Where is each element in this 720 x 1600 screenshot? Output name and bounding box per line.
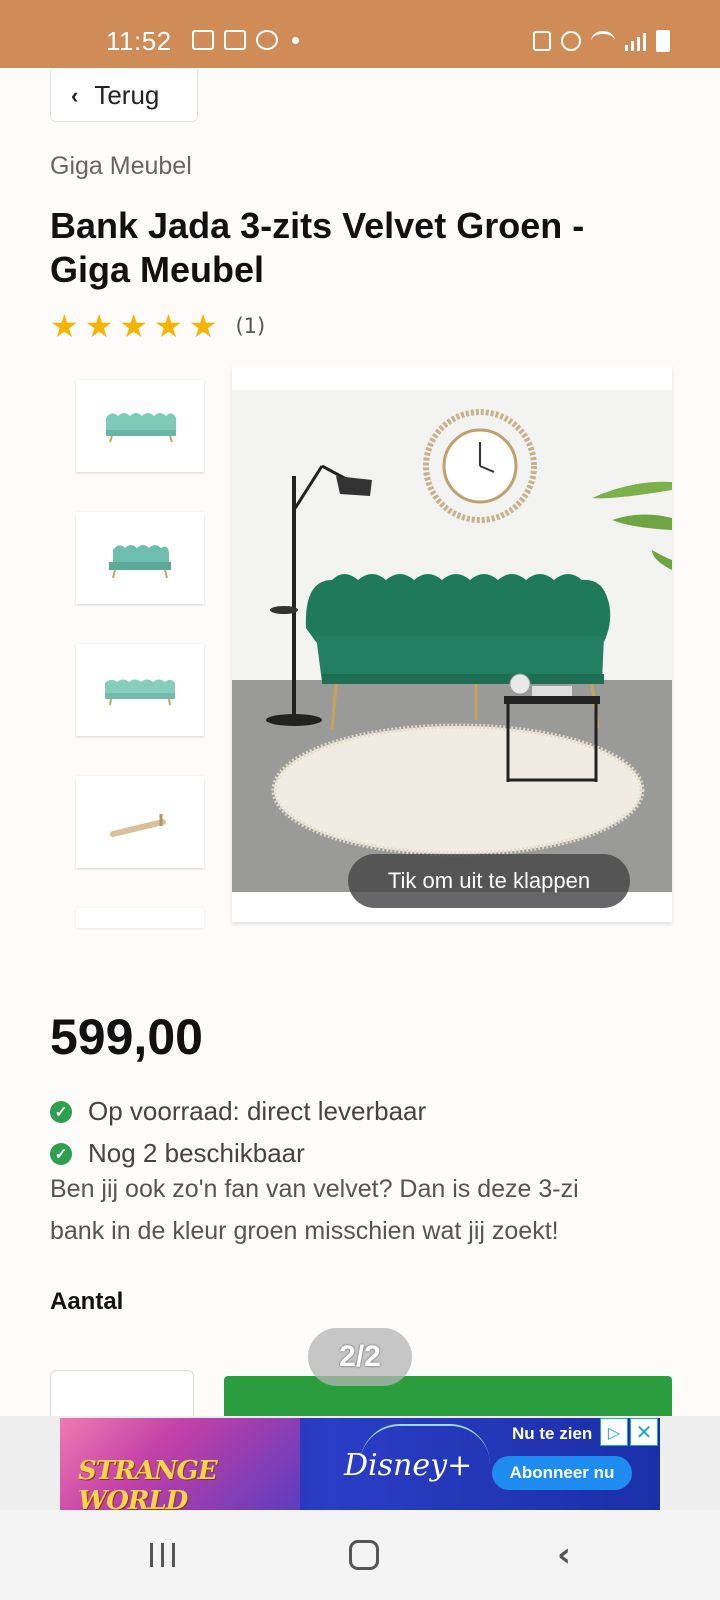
status-time: 11:52 (106, 26, 172, 56)
thumbnail-list (76, 380, 204, 928)
back-button-label: Terug (94, 80, 160, 110)
battery-icon (656, 30, 670, 52)
back-button[interactable]: ‹ Terug (50, 70, 198, 122)
system-nav-bar: ‹ (0, 1510, 720, 1600)
check-circle-icon: ✓ (50, 1142, 72, 1165)
product-page: ‹ Terug Giga Meubel Bank Jada 3-zits Vel… (0, 68, 720, 1416)
rating-count: (1) (235, 314, 266, 338)
add-to-cart-button[interactable] (224, 1376, 672, 1416)
delivery-icon (224, 30, 246, 50)
nav-back-button[interactable]: ‹ (534, 1532, 594, 1578)
product-title-line2: Giga Meubel (50, 249, 265, 290)
ad-tagline: Nu te zien (512, 1424, 593, 1443)
ad-movie-art: STRANGE WORLD (60, 1418, 300, 1510)
product-description: Ben jij ook zo'n fan van velvet? Dan is … (50, 1168, 680, 1252)
sofa-photo (232, 390, 672, 892)
stock-status: ✓ Op voorraad: direct leverbaar (50, 1096, 426, 1127)
signal-icon (625, 31, 646, 51)
notification-icons (192, 30, 299, 50)
thumbnail-1[interactable] (76, 380, 204, 472)
expand-image-hint[interactable]: Tik om uit te klappen (348, 854, 630, 908)
chevron-left-icon: ‹ (71, 82, 79, 108)
home-button[interactable] (334, 1532, 394, 1578)
ad-brand: Disney+ (344, 1448, 473, 1483)
ad-banner[interactable]: STRANGE WORLD Disney+ Nu te zien Abonnee… (60, 1418, 660, 1510)
availability-status: ✓ Nog 2 beschikbaar (50, 1138, 305, 1169)
home-icon (349, 1540, 379, 1570)
star-icon: ★ (119, 307, 149, 345)
thumbnail-3[interactable] (76, 644, 204, 736)
wifi-icon (591, 31, 615, 51)
system-icons (533, 30, 670, 52)
description-line2: bank in de kleur groen misschien wat jij… (50, 1217, 559, 1245)
recents-button[interactable] (132, 1532, 192, 1578)
sofa-angle-icon (109, 545, 171, 579)
more-notifications-icon (292, 36, 299, 44)
product-brand[interactable]: Giga Meubel (50, 152, 192, 181)
thumbnail-2[interactable] (76, 512, 204, 604)
product-title: Bank Jada 3-zits Velvet Groen - Giga Meu… (50, 204, 720, 292)
star-icon: ★ (50, 307, 79, 345)
quantity-stepper[interactable] (50, 1370, 194, 1416)
check-circle-icon: ✓ (50, 1100, 72, 1123)
gallery-icon (192, 30, 214, 50)
status-bar: 11:52 (0, 0, 720, 68)
thumbnail-5[interactable] (76, 908, 204, 928)
ad-movie-title: STRANGE WORLD (78, 1456, 218, 1510)
product-title-line1: Bank Jada 3-zits Velvet Groen - (50, 205, 585, 246)
product-rating[interactable]: ★ ★ ★ ★ ★ (1) (50, 310, 265, 342)
quantity-label: Aantal (50, 1288, 124, 1315)
gallery-page-indicator: 2/2 (308, 1328, 412, 1386)
sofa-front-icon (105, 679, 175, 706)
stock-status-text: Op voorraad: direct leverbaar (88, 1096, 427, 1126)
star-icon: ★ (154, 307, 183, 345)
star-icon: ★ (188, 307, 218, 345)
description-line1: Ben jij ook zo'n fan van velvet? Dan is … (50, 1175, 579, 1203)
availability-text: Nog 2 beschikbaar (88, 1138, 305, 1168)
sofa-leg-icon (110, 814, 166, 837)
product-main-image[interactable]: Tik om uit te klappen (232, 366, 672, 922)
alarm-lock-icon (533, 31, 551, 51)
ad-choices-icon[interactable]: ▷ (600, 1418, 628, 1446)
close-icon[interactable]: ✕ (630, 1418, 658, 1446)
missed-call-icon (256, 30, 278, 50)
product-price: 599,00 (50, 1009, 203, 1065)
thumbnail-4[interactable] (76, 776, 204, 868)
star-icon: ★ (84, 307, 114, 345)
chevron-left-icon: ‹ (556, 1535, 571, 1575)
sofa-front-icon (106, 413, 176, 443)
ad-cta-button[interactable]: Abonneer nu (492, 1456, 632, 1490)
alarm-icon (561, 31, 581, 51)
